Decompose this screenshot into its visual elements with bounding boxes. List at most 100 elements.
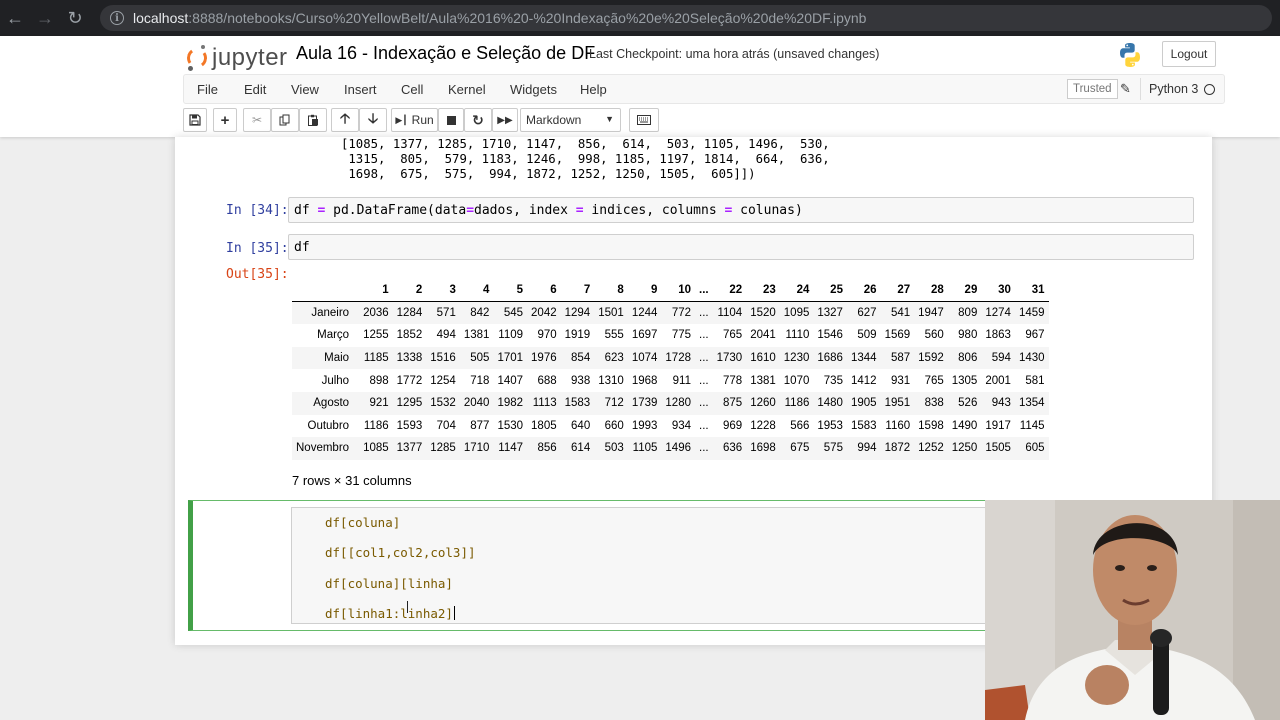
column-header: 6 xyxy=(527,279,561,303)
table-cell: 581 xyxy=(1025,374,1045,387)
table-cell: 1530 xyxy=(497,419,524,432)
table-cell: 1872 xyxy=(884,442,911,455)
jupyter-logo[interactable]: jupyter xyxy=(185,43,288,73)
table-cell: 1381 xyxy=(463,329,490,342)
table-cell: 1280 xyxy=(665,397,691,410)
table-cell: 636 xyxy=(723,442,743,455)
caret-down-icon: ▼ xyxy=(605,114,614,124)
table-cell: 1598 xyxy=(918,419,944,432)
table-cell: 1254 xyxy=(430,374,456,387)
markdown-editor[interactable]: df[coluna] df[[col1,col2,col3]] df[colun… xyxy=(291,507,1091,624)
table-cell: 1109 xyxy=(498,329,524,342)
pencil-icon: ✎ xyxy=(1120,81,1131,96)
table-cell: 1095 xyxy=(783,307,810,320)
cell-34-code: df = pd.DataFrame(data=dados, index = in… xyxy=(294,203,803,218)
table-cell: ... xyxy=(699,352,709,365)
table-cell: 555 xyxy=(604,329,624,342)
row-index: Março xyxy=(317,329,350,342)
cell-type-value: Markdown xyxy=(526,113,582,127)
table-cell: 1381 xyxy=(750,374,776,387)
copy-button[interactable] xyxy=(271,108,299,132)
move-down-button[interactable]: 🡣 xyxy=(359,108,387,132)
cell-type-select[interactable]: Markdown ▼ xyxy=(520,108,621,132)
save-icon xyxy=(189,114,201,126)
table-cell: 1338 xyxy=(396,352,423,365)
table-row: Maio 1185 1338 1516 505 1701 1976 854 623 1074 172… xyxy=(292,346,1049,370)
trusted-indicator[interactable]: Trusted xyxy=(1067,79,1118,99)
table-cell: 938 xyxy=(571,374,591,387)
index-header xyxy=(292,279,360,303)
markdown-line: df[coluna][linha] xyxy=(325,576,453,591)
table-cell: 1344 xyxy=(850,352,877,365)
table-cell: 934 xyxy=(671,419,691,432)
table-cell: 2040 xyxy=(463,397,490,410)
table-cell: 1610 xyxy=(750,352,776,365)
paste-button[interactable] xyxy=(299,108,327,132)
menu-insert[interactable]: Insert xyxy=(344,82,377,97)
table-cell: 775 xyxy=(671,329,691,342)
menu-file[interactable]: File xyxy=(197,82,218,97)
paste-icon xyxy=(308,114,318,126)
save-button[interactable] xyxy=(183,108,207,132)
table-cell: 875 xyxy=(723,397,743,410)
notebook-title[interactable]: Aula 16 - Indexação e Seleção de DF xyxy=(296,43,595,64)
forward-arrow-icon[interactable]: → xyxy=(30,0,60,36)
markdown-line: df[coluna] xyxy=(325,515,401,530)
table-cell: 1739 xyxy=(631,397,658,410)
table-cell: 1697 xyxy=(631,329,658,342)
table-cell: 526 xyxy=(958,397,978,410)
menu-help[interactable]: Help xyxy=(580,82,607,97)
reload-icon[interactable]: ↻ xyxy=(60,0,90,36)
menu-widgets[interactable]: Widgets xyxy=(510,82,557,97)
table-cell: 688 xyxy=(537,374,557,387)
table-cell: 1982 xyxy=(497,397,524,410)
cut-button[interactable]: ✂ xyxy=(243,108,271,132)
cell-34-input[interactable]: df = pd.DataFrame(data=dados, index = in… xyxy=(288,197,1194,223)
table-cell: 1583 xyxy=(850,419,877,432)
run-label: Run xyxy=(411,113,434,127)
table-cell: 1407 xyxy=(497,374,524,387)
table-cell: 765 xyxy=(924,374,944,387)
arrow-down-icon: 🡣 xyxy=(367,110,379,126)
table-cell: 1230 xyxy=(783,352,810,365)
column-header: 1 xyxy=(359,279,393,303)
webcam-overlay xyxy=(985,500,1280,720)
move-up-button[interactable]: 🡡 xyxy=(331,108,359,132)
column-header: 27 xyxy=(880,279,915,303)
menu-cell[interactable]: Cell xyxy=(401,82,423,97)
table-cell: 1501 xyxy=(598,307,624,320)
table-cell: 509 xyxy=(857,329,877,342)
column-header: 31 xyxy=(1014,279,1049,303)
table-cell: 675 xyxy=(790,442,810,455)
restart-run-all-button[interactable]: ▶▶ xyxy=(492,108,518,132)
back-arrow-icon[interactable]: ← xyxy=(0,0,30,36)
table-cell: 503 xyxy=(604,442,624,455)
insert-cell-button[interactable]: + xyxy=(213,108,237,132)
run-button[interactable]: ▶┃ Run xyxy=(391,108,438,132)
table-cell: 921 xyxy=(369,397,389,410)
cell-35-input[interactable]: df xyxy=(288,234,1194,260)
dataframe-shape: 7 rows × 31 columns xyxy=(292,473,412,488)
table-cell: 505 xyxy=(470,352,490,365)
table-cell: 1953 xyxy=(817,419,843,432)
info-icon[interactable]: i xyxy=(110,11,124,25)
restart-button[interactable]: ↻ xyxy=(464,108,492,132)
column-header: 3 xyxy=(426,279,460,303)
command-palette-button[interactable] xyxy=(629,108,659,132)
table-cell: 1244 xyxy=(631,307,658,320)
table-cell: 1569 xyxy=(884,329,911,342)
table-row: Janeiro 2036 1284 571 842 545 2042 1294 1501 1244… xyxy=(292,301,1049,325)
table-cell: 877 xyxy=(470,419,490,432)
menu-kernel[interactable]: Kernel xyxy=(448,82,486,97)
logout-button[interactable]: Logout xyxy=(1162,41,1216,67)
ibeam-cursor-icon xyxy=(407,601,413,613)
menu-view[interactable]: View xyxy=(291,82,319,97)
table-cell: 2042 xyxy=(531,307,557,320)
logo-text: jupyter xyxy=(212,44,288,71)
interrupt-button[interactable] xyxy=(438,108,464,132)
table-cell: 1728 xyxy=(665,352,691,365)
table-cell: ... xyxy=(699,307,709,320)
address-bar[interactable]: i localhost:8888/notebooks/Curso%20Yello… xyxy=(100,5,1272,31)
table-cell: 1074 xyxy=(631,352,658,365)
menu-edit[interactable]: Edit xyxy=(244,82,266,97)
